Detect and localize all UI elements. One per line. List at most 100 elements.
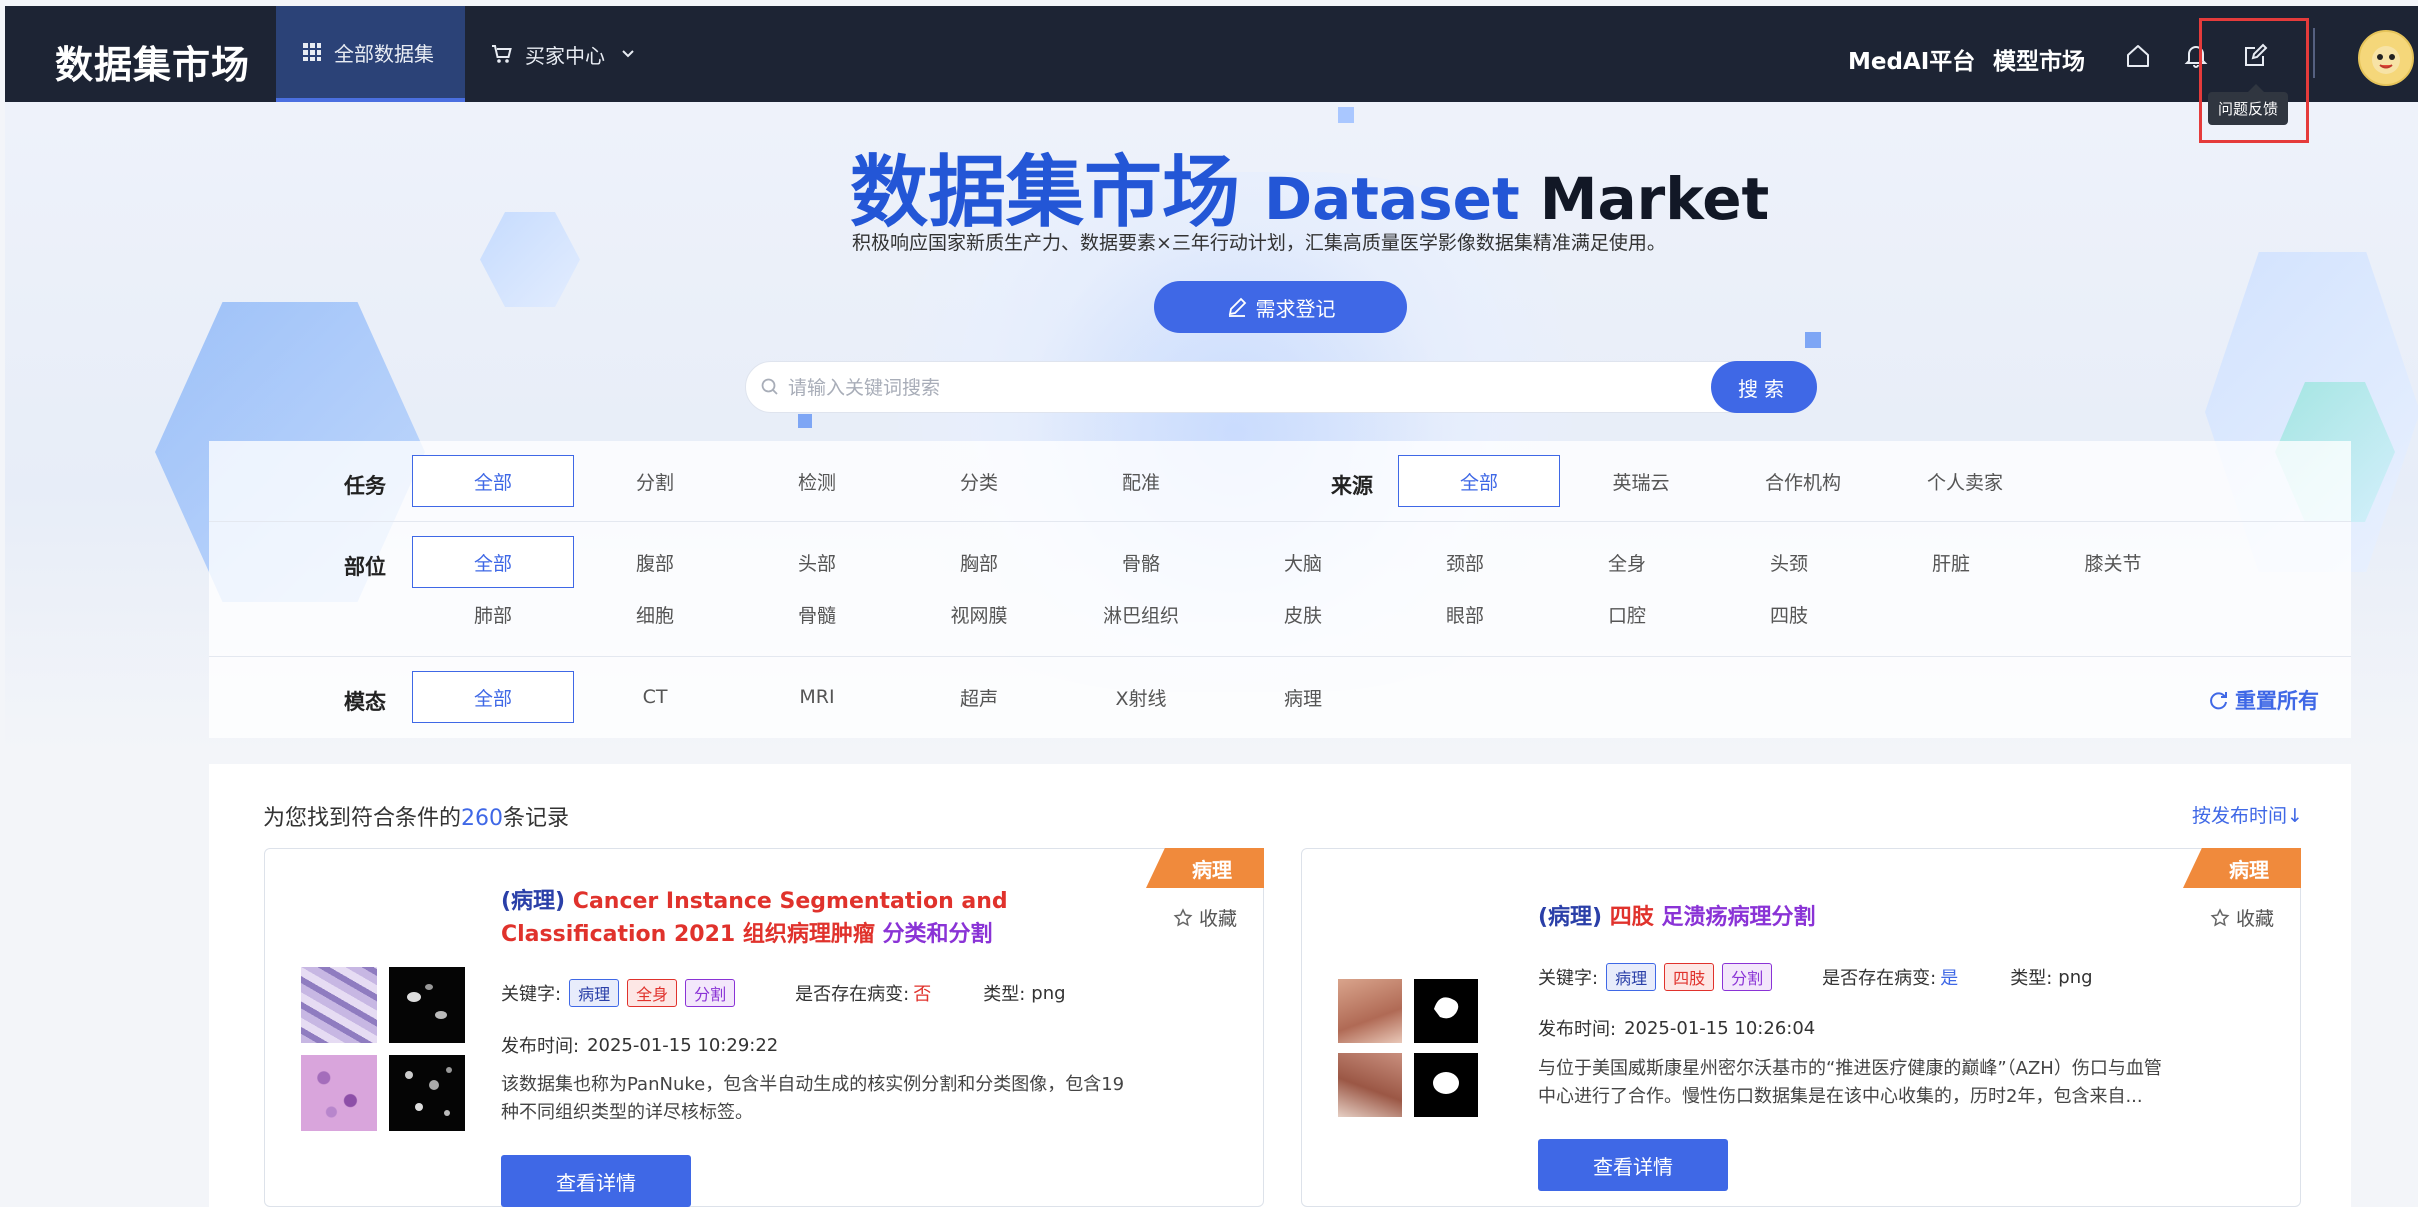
category-ribbon: 病理 (2183, 848, 2301, 888)
keyword-tag: 病理 (1606, 963, 1657, 991)
search-input[interactable] (788, 372, 1668, 404)
dataset-title[interactable]: (病理) 四肢 足溃疡病理分割 (1538, 901, 2158, 934)
refresh-icon (2207, 689, 2229, 711)
request-register-label: 需求登记 (1255, 296, 1336, 321)
filter-part-option[interactable]: 膝关节 (2032, 536, 2194, 588)
lesion-value: 否 (913, 984, 932, 1005)
home-icon[interactable] (2124, 42, 2152, 70)
top-navbar: 数据集市场 全部数据集 买家中心 MedAI平台 模型市场 (5, 6, 2418, 102)
dataset-description: 与位于美国威斯康星州密尔沃基市的“推进医疗健康的巅峰”（AZH）伤口与血管中心进… (1538, 1058, 2162, 1107)
star-icon (1173, 907, 1193, 928)
filter-task-option[interactable]: 分割 (574, 455, 736, 507)
publish-date-value: 2025-01-15 10:29:22 (587, 1034, 779, 1056)
filter-task-option[interactable]: 配准 (1060, 455, 1222, 507)
dataset-description: 该数据集也称为PanNuke，包含半自动生成的核实例分割和分类图像，包含19种不… (501, 1074, 1125, 1123)
view-details-button[interactable]: 查看详情 (501, 1155, 691, 1207)
publish-date: 发布时间: 2025-01-15 10:26:04 (1538, 1015, 1815, 1041)
filter-part-option[interactable]: 头颈 (1708, 536, 1870, 588)
filter-part-option[interactable]: 淋巴组织 (1060, 588, 1222, 640)
thumbnail-image (1414, 979, 1478, 1043)
tab-buyer-center[interactable]: 买家中心 (465, 6, 661, 102)
dataset-title[interactable]: (病理) Cancer Instance Segmentation and Cl… (501, 885, 1121, 951)
tab-all-datasets-label: 全部数据集 (334, 41, 434, 66)
filter-part-option[interactable]: 头部 (736, 536, 898, 588)
filter-part-option[interactable]: 口腔 (1546, 588, 1708, 640)
dataset-thumbnails (301, 967, 465, 1131)
filter-task-option[interactable]: 检测 (736, 455, 898, 507)
filter-part-all[interactable]: 全部 (412, 536, 574, 588)
filter-task-option[interactable]: 分类 (898, 455, 1060, 507)
filter-part-option[interactable]: 肺部 (412, 588, 574, 640)
keyword-tag: 四肢 (1664, 963, 1715, 991)
filter-part-option[interactable]: 细胞 (574, 588, 736, 640)
thumbnail-image (1338, 979, 1402, 1043)
filter-part-option[interactable]: 视网膜 (898, 588, 1060, 640)
dataset-title-suffix: 分类和分割 (882, 922, 993, 947)
filter-modality-all[interactable]: 全部 (412, 671, 574, 723)
filter-part-option[interactable]: 眼部 (1384, 588, 1546, 640)
collect-label: 收藏 (1198, 908, 1237, 930)
tab-all-datasets[interactable]: 全部数据集 (276, 6, 465, 102)
link-medai-platform[interactable]: MedAI平台 (1848, 42, 1975, 76)
filter-task-all[interactable]: 全部 (412, 455, 574, 507)
avatar[interactable] (2358, 30, 2414, 86)
filter-modality-option[interactable]: X射线 (1060, 671, 1222, 723)
dataset-meta: 关键字: 病理 全身 分割 是否存在病变: 否 类型: png (501, 979, 1066, 1007)
request-register-button[interactable]: 需求登记 (1154, 281, 1407, 333)
filter-part-option[interactable]: 全身 (1546, 536, 1708, 588)
dataset-title-suffix: 足溃疡病理分割 (1661, 905, 1816, 930)
dataset-title-tag: (病理) (1538, 905, 1603, 930)
filter-part-option[interactable]: 大脑 (1222, 536, 1384, 588)
dataset-card[interactable]: 病理 (病理) Cancer Instance Segmentation and… (264, 848, 1264, 1207)
result-count: 为您找到符合条件的260条记录 (263, 800, 569, 832)
hero-title: 数据集市场 Dataset Market (850, 130, 1769, 242)
filter-modality-option[interactable]: 病理 (1222, 671, 1384, 723)
result-count-number: 260 (461, 806, 504, 831)
filter-part-option[interactable]: 骨髓 (736, 588, 898, 640)
filter-source-all[interactable]: 全部 (1398, 455, 1560, 507)
thumbnail-image (389, 1055, 465, 1131)
filter-label-source: 来源 (1331, 474, 1373, 498)
grid-icon (302, 42, 322, 62)
filter-source-option[interactable]: 个人卖家 (1884, 455, 2046, 507)
dataset-card[interactable]: 病理 (病理) 四肢 足溃疡病理分割 收藏 关键字: 病理 四肢 分割 是否存在… (1301, 848, 2301, 1207)
link-model-market[interactable]: 模型市场 (1993, 42, 2085, 76)
filter-part-option[interactable]: 骨骼 (1060, 536, 1222, 588)
filter-divider (209, 521, 2351, 522)
hero-title-en2: Market (1539, 165, 1770, 233)
search-box (745, 361, 1817, 413)
search-button[interactable]: 搜索 (1711, 361, 1817, 413)
brand-logo-text[interactable]: 数据集市场 (55, 34, 250, 89)
filter-label-task: 任务 (344, 474, 386, 498)
keyword-tag: 分割 (685, 979, 736, 1007)
filter-part-option[interactable]: 皮肤 (1222, 588, 1384, 640)
filter-modality-option[interactable]: MRI (736, 671, 898, 723)
filter-source-option[interactable]: 合作机构 (1722, 455, 1884, 507)
hero-title-cn: 数据集市场 (850, 148, 1241, 238)
filter-divider (209, 656, 2351, 657)
lesion-label: 是否存在病变: (1822, 968, 1937, 989)
sort-by-date-button[interactable]: 按发布时间↓ (2192, 801, 2303, 828)
view-details-button[interactable]: 查看详情 (1538, 1139, 1728, 1191)
filter-part-option[interactable]: 胸部 (898, 536, 1060, 588)
filter-part-option[interactable]: 腹部 (574, 536, 736, 588)
lesion-value: 是 (1940, 968, 1959, 989)
filter-part-option[interactable]: 肝脏 (1870, 536, 2032, 588)
reset-all-button[interactable]: 重置所有 (2207, 685, 2319, 715)
dataset-title-tag: (病理) (501, 889, 566, 914)
publish-date-label: 发布时间: (1538, 1019, 1617, 1040)
filter-part-option[interactable]: 四肢 (1708, 588, 1870, 640)
collect-button[interactable]: 收藏 (2210, 904, 2274, 931)
nav-divider (2313, 28, 2315, 78)
dataset-thumbnails (1338, 979, 1478, 1117)
keyword-tag: 分割 (1722, 963, 1773, 991)
type-value: png (2058, 966, 2093, 988)
filter-modality-option[interactable]: 超声 (898, 671, 1060, 723)
star-icon (2210, 907, 2230, 928)
filter-part-option[interactable]: 颈部 (1384, 536, 1546, 588)
chevron-down-icon (621, 49, 635, 59)
collect-button[interactable]: 收藏 (1173, 904, 1237, 931)
filter-source-option[interactable]: 英瑞云 (1560, 455, 1722, 507)
keywords-label: 关键字: (1538, 968, 1599, 989)
filter-modality-option[interactable]: CT (574, 671, 736, 723)
